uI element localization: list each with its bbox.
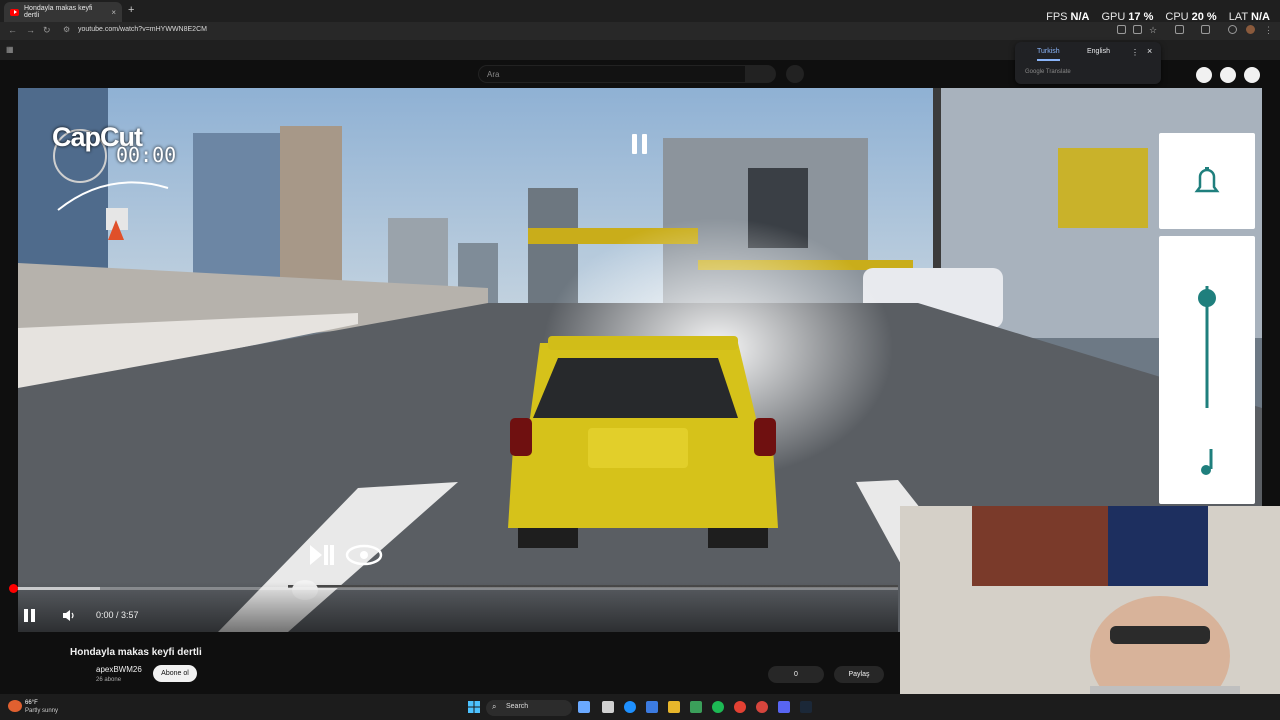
taskbar-search-icon: ⌕ xyxy=(492,702,497,711)
spotify-icon[interactable] xyxy=(712,701,724,713)
apps-grid-icon[interactable]: ▦ xyxy=(6,45,14,54)
translate-target-tab[interactable]: English xyxy=(1087,48,1110,55)
bell-panel[interactable] xyxy=(1159,133,1255,229)
edge-icon[interactable] xyxy=(624,701,636,713)
channel-name[interactable]: apexBWM26 xyxy=(96,665,142,674)
back-icon[interactable]: ← xyxy=(8,25,17,35)
webcam-feed xyxy=(900,506,1280,720)
menu-icon[interactable]: ⋮ xyxy=(1264,25,1273,36)
weather-icon[interactable] xyxy=(8,700,22,712)
site-info-icon[interactable]: ⚙ xyxy=(63,25,70,34)
chrome-icon[interactable] xyxy=(734,701,746,713)
subscribe-button[interactable]: Abone ol xyxy=(153,665,197,682)
video-title: Hondayla makas keyfi dertli xyxy=(70,647,202,658)
capcut-timer: 00:00 xyxy=(116,143,177,167)
video-overlay-controls xyxy=(310,544,383,566)
file-explorer-icon[interactable] xyxy=(668,701,680,713)
taskbar-app-icon[interactable] xyxy=(578,701,590,713)
address-bar-row: ← → ↻ ⚙ youtube.com/watch?v=mHYWWN8E2CM … xyxy=(0,22,1280,40)
create-icon[interactable] xyxy=(1196,67,1212,83)
url-field[interactable]: youtube.com/watch?v=mHYWWN8E2CM xyxy=(78,26,207,33)
bell-icon xyxy=(1194,167,1220,193)
translate-close-icon[interactable]: × xyxy=(1147,46,1152,56)
bookmark-star-icon[interactable]: ☆ xyxy=(1149,25,1157,36)
discord-icon[interactable] xyxy=(778,701,790,713)
time-display: 0:00 / 3:57 xyxy=(96,610,139,620)
notifications-icon[interactable] xyxy=(1220,67,1236,83)
extensions-icon[interactable] xyxy=(1175,25,1184,34)
windows-taskbar xyxy=(0,694,1280,720)
steam-icon[interactable] xyxy=(800,701,812,713)
translate-icon[interactable] xyxy=(1133,25,1142,34)
youtube-favicon-icon xyxy=(10,8,19,16)
tab-close-icon[interactable]: × xyxy=(111,8,116,17)
translate-source-tab[interactable]: Turkish xyxy=(1037,48,1060,61)
video-pause-indicator-icon xyxy=(632,134,648,154)
progress-bar[interactable] xyxy=(12,587,898,590)
cast-icon[interactable] xyxy=(1117,25,1126,34)
volume-panel xyxy=(1159,236,1255,504)
yellow-car xyxy=(508,336,778,548)
subscriber-count: 26 abone xyxy=(96,677,122,683)
forward-icon[interactable]: → xyxy=(26,25,35,35)
search-input[interactable]: Ara xyxy=(478,65,746,83)
search-button[interactable] xyxy=(746,65,776,83)
weather-description: Partly sunny xyxy=(25,708,59,714)
new-tab-button[interactable]: + xyxy=(128,4,134,16)
like-button[interactable]: 0 xyxy=(768,666,824,683)
translate-footer: Google Translate xyxy=(1025,69,1071,75)
sidebar-icon[interactable] xyxy=(1201,25,1210,34)
video-info-section xyxy=(0,632,900,694)
everal-decisions-poster xyxy=(1108,506,1208,586)
download-icon[interactable] xyxy=(1228,25,1237,34)
app-icon-red[interactable] xyxy=(756,701,768,713)
store-icon[interactable] xyxy=(690,701,702,713)
share-button[interactable]: Paylaş xyxy=(834,666,884,683)
profile-avatar[interactable] xyxy=(1246,25,1255,34)
browser-tab[interactable]: Hondayla makas keyfi dertli × xyxy=(4,2,122,22)
volume-slider[interactable] xyxy=(1159,236,1255,504)
reload-icon[interactable]: ↻ xyxy=(43,25,51,36)
volume-icon[interactable] xyxy=(62,609,76,622)
translate-options-icon[interactable]: ⋮ xyxy=(1131,48,1139,57)
progress-scrubber[interactable] xyxy=(9,584,18,593)
painting-poster xyxy=(972,506,1108,586)
weather-temperature: 66°F xyxy=(25,700,38,706)
taskbar-search[interactable]: Search xyxy=(486,700,572,716)
progress-loaded xyxy=(12,587,100,590)
webcam-scene xyxy=(900,506,1280,720)
tab-title: Hondayla makas keyfi dertli xyxy=(24,5,93,19)
translate-popup: Turkish English ⋮ × Google Translate xyxy=(1015,42,1161,84)
account-avatar[interactable] xyxy=(1244,67,1260,83)
copilot-icon[interactable] xyxy=(646,701,658,713)
task-view-icon[interactable] xyxy=(602,701,614,713)
voice-search-icon[interactable] xyxy=(786,65,804,83)
pause-button[interactable] xyxy=(24,609,36,622)
windows-start-icon[interactable] xyxy=(468,701,480,713)
play-icon xyxy=(310,545,322,565)
